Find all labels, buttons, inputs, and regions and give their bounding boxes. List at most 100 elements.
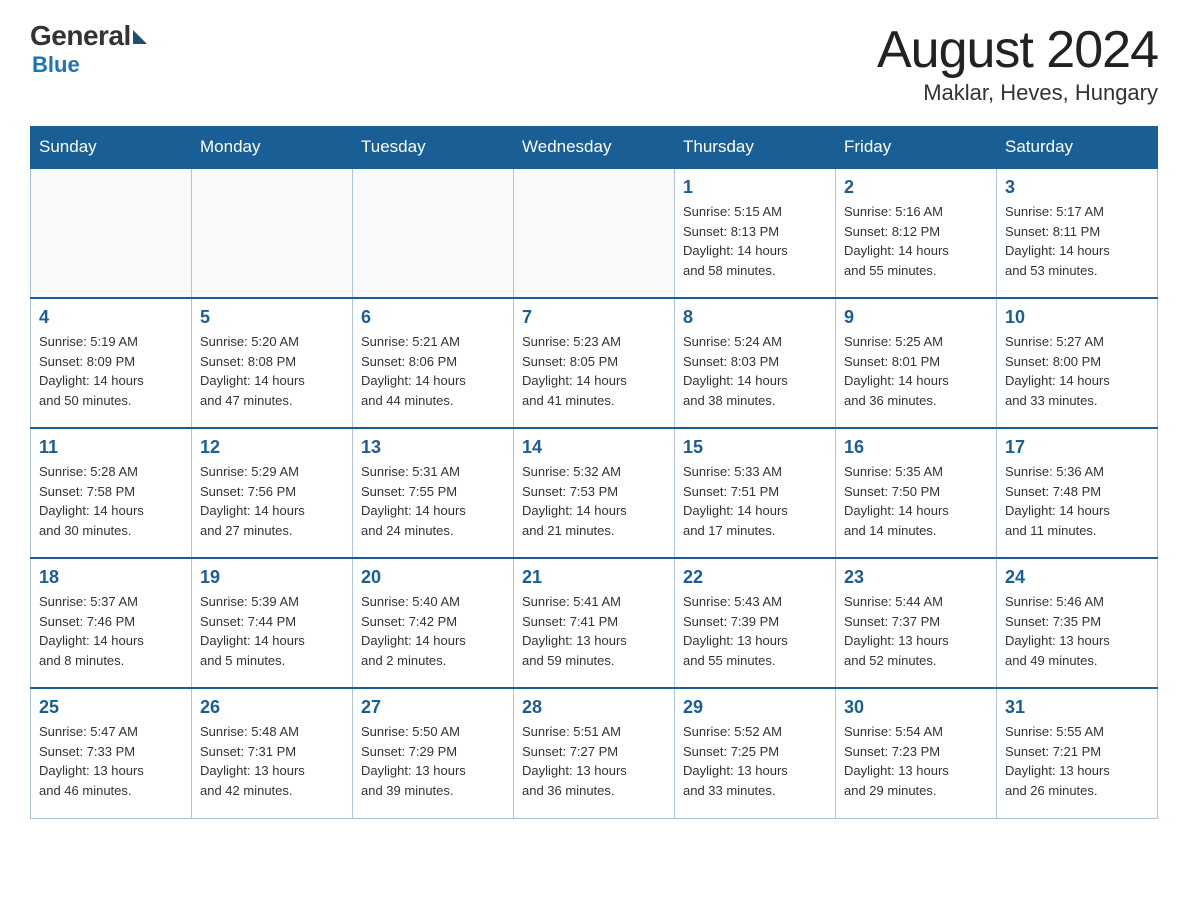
location-subtitle: Maklar, Heves, Hungary bbox=[877, 80, 1158, 106]
calendar-week-row: 18 Sunrise: 5:37 AM Sunset: 7:46 PM Dayli… bbox=[31, 558, 1158, 688]
calendar-cell: 29 Sunrise: 5:52 AM Sunset: 7:25 PM Dayli… bbox=[675, 688, 836, 818]
calendar-cell: 10 Sunrise: 5:27 AM Sunset: 8:00 PM Dayli… bbox=[997, 298, 1158, 428]
calendar-cell: 21 Sunrise: 5:41 AM Sunset: 7:41 PM Dayli… bbox=[514, 558, 675, 688]
day-number: 8 bbox=[683, 307, 827, 328]
day-info: Sunrise: 5:40 AM Sunset: 7:42 PM Dayligh… bbox=[361, 592, 505, 670]
day-info: Sunrise: 5:52 AM Sunset: 7:25 PM Dayligh… bbox=[683, 722, 827, 800]
day-info: Sunrise: 5:43 AM Sunset: 7:39 PM Dayligh… bbox=[683, 592, 827, 670]
calendar-cell: 2 Sunrise: 5:16 AM Sunset: 8:12 PM Daylig… bbox=[836, 168, 997, 298]
day-info: Sunrise: 5:32 AM Sunset: 7:53 PM Dayligh… bbox=[522, 462, 666, 540]
month-year-title: August 2024 bbox=[877, 20, 1158, 80]
day-of-week-header: Saturday bbox=[997, 127, 1158, 169]
calendar-cell: 20 Sunrise: 5:40 AM Sunset: 7:42 PM Dayli… bbox=[353, 558, 514, 688]
calendar-cell: 18 Sunrise: 5:37 AM Sunset: 7:46 PM Dayli… bbox=[31, 558, 192, 688]
day-info: Sunrise: 5:17 AM Sunset: 8:11 PM Dayligh… bbox=[1005, 202, 1149, 280]
day-info: Sunrise: 5:16 AM Sunset: 8:12 PM Dayligh… bbox=[844, 202, 988, 280]
logo-arrow-icon bbox=[133, 30, 147, 44]
day-info: Sunrise: 5:48 AM Sunset: 7:31 PM Dayligh… bbox=[200, 722, 344, 800]
day-info: Sunrise: 5:41 AM Sunset: 7:41 PM Dayligh… bbox=[522, 592, 666, 670]
day-info: Sunrise: 5:51 AM Sunset: 7:27 PM Dayligh… bbox=[522, 722, 666, 800]
calendar-cell: 5 Sunrise: 5:20 AM Sunset: 8:08 PM Daylig… bbox=[192, 298, 353, 428]
calendar-cell: 28 Sunrise: 5:51 AM Sunset: 7:27 PM Dayli… bbox=[514, 688, 675, 818]
day-number: 14 bbox=[522, 437, 666, 458]
day-info: Sunrise: 5:50 AM Sunset: 7:29 PM Dayligh… bbox=[361, 722, 505, 800]
calendar-cell: 11 Sunrise: 5:28 AM Sunset: 7:58 PM Dayli… bbox=[31, 428, 192, 558]
day-info: Sunrise: 5:47 AM Sunset: 7:33 PM Dayligh… bbox=[39, 722, 183, 800]
title-block: August 2024 Maklar, Heves, Hungary bbox=[877, 20, 1158, 106]
day-info: Sunrise: 5:27 AM Sunset: 8:00 PM Dayligh… bbox=[1005, 332, 1149, 410]
day-number: 1 bbox=[683, 177, 827, 198]
day-number: 27 bbox=[361, 697, 505, 718]
day-number: 11 bbox=[39, 437, 183, 458]
day-info: Sunrise: 5:25 AM Sunset: 8:01 PM Dayligh… bbox=[844, 332, 988, 410]
day-number: 4 bbox=[39, 307, 183, 328]
day-number: 28 bbox=[522, 697, 666, 718]
day-info: Sunrise: 5:35 AM Sunset: 7:50 PM Dayligh… bbox=[844, 462, 988, 540]
calendar-cell: 4 Sunrise: 5:19 AM Sunset: 8:09 PM Daylig… bbox=[31, 298, 192, 428]
calendar-cell: 19 Sunrise: 5:39 AM Sunset: 7:44 PM Dayli… bbox=[192, 558, 353, 688]
day-number: 21 bbox=[522, 567, 666, 588]
calendar-header-row: SundayMondayTuesdayWednesdayThursdayFrid… bbox=[31, 127, 1158, 169]
day-of-week-header: Sunday bbox=[31, 127, 192, 169]
day-number: 2 bbox=[844, 177, 988, 198]
day-info: Sunrise: 5:28 AM Sunset: 7:58 PM Dayligh… bbox=[39, 462, 183, 540]
calendar-cell: 17 Sunrise: 5:36 AM Sunset: 7:48 PM Dayli… bbox=[997, 428, 1158, 558]
day-number: 23 bbox=[844, 567, 988, 588]
day-info: Sunrise: 5:44 AM Sunset: 7:37 PM Dayligh… bbox=[844, 592, 988, 670]
day-info: Sunrise: 5:24 AM Sunset: 8:03 PM Dayligh… bbox=[683, 332, 827, 410]
calendar-cell: 31Sunrise: 5:55 AM Sunset: 7:21 PM Dayli… bbox=[997, 688, 1158, 818]
page-header: General Blue August 2024 Maklar, Heves, … bbox=[30, 20, 1158, 106]
calendar-week-row: 4 Sunrise: 5:19 AM Sunset: 8:09 PM Daylig… bbox=[31, 298, 1158, 428]
calendar-week-row: 11 Sunrise: 5:28 AM Sunset: 7:58 PM Dayli… bbox=[31, 428, 1158, 558]
day-number: 16 bbox=[844, 437, 988, 458]
day-of-week-header: Tuesday bbox=[353, 127, 514, 169]
calendar-cell bbox=[353, 168, 514, 298]
day-of-week-header: Friday bbox=[836, 127, 997, 169]
day-info: Sunrise: 5:37 AM Sunset: 7:46 PM Dayligh… bbox=[39, 592, 183, 670]
calendar-table: SundayMondayTuesdayWednesdayThursdayFrid… bbox=[30, 126, 1158, 819]
logo: General Blue bbox=[30, 20, 147, 78]
day-of-week-header: Thursday bbox=[675, 127, 836, 169]
calendar-cell: 26Sunrise: 5:48 AM Sunset: 7:31 PM Dayli… bbox=[192, 688, 353, 818]
day-info: Sunrise: 5:23 AM Sunset: 8:05 PM Dayligh… bbox=[522, 332, 666, 410]
day-info: Sunrise: 5:19 AM Sunset: 8:09 PM Dayligh… bbox=[39, 332, 183, 410]
day-info: Sunrise: 5:39 AM Sunset: 7:44 PM Dayligh… bbox=[200, 592, 344, 670]
logo-blue-text: Blue bbox=[32, 52, 80, 78]
calendar-cell: 15 Sunrise: 5:33 AM Sunset: 7:51 PM Dayli… bbox=[675, 428, 836, 558]
day-number: 20 bbox=[361, 567, 505, 588]
day-info: Sunrise: 5:15 AM Sunset: 8:13 PM Dayligh… bbox=[683, 202, 827, 280]
day-info: Sunrise: 5:36 AM Sunset: 7:48 PM Dayligh… bbox=[1005, 462, 1149, 540]
calendar-cell: 9 Sunrise: 5:25 AM Sunset: 8:01 PM Daylig… bbox=[836, 298, 997, 428]
day-number: 12 bbox=[200, 437, 344, 458]
calendar-cell: 25 Sunrise: 5:47 AM Sunset: 7:33 PM Dayli… bbox=[31, 688, 192, 818]
logo-general-text: General bbox=[30, 20, 131, 52]
day-number: 10 bbox=[1005, 307, 1149, 328]
day-info: Sunrise: 5:33 AM Sunset: 7:51 PM Dayligh… bbox=[683, 462, 827, 540]
calendar-cell: 24Sunrise: 5:46 AM Sunset: 7:35 PM Dayli… bbox=[997, 558, 1158, 688]
day-number: 15 bbox=[683, 437, 827, 458]
calendar-week-row: 25 Sunrise: 5:47 AM Sunset: 7:33 PM Dayli… bbox=[31, 688, 1158, 818]
day-number: 25 bbox=[39, 697, 183, 718]
day-number: 17 bbox=[1005, 437, 1149, 458]
calendar-week-row: 1 Sunrise: 5:15 AM Sunset: 8:13 PM Daylig… bbox=[31, 168, 1158, 298]
calendar-cell: 14 Sunrise: 5:32 AM Sunset: 7:53 PM Dayli… bbox=[514, 428, 675, 558]
calendar-cell bbox=[514, 168, 675, 298]
day-of-week-header: Monday bbox=[192, 127, 353, 169]
day-number: 9 bbox=[844, 307, 988, 328]
calendar-cell: 1 Sunrise: 5:15 AM Sunset: 8:13 PM Daylig… bbox=[675, 168, 836, 298]
day-of-week-header: Wednesday bbox=[514, 127, 675, 169]
day-number: 30 bbox=[844, 697, 988, 718]
day-number: 3 bbox=[1005, 177, 1149, 198]
day-number: 31 bbox=[1005, 697, 1149, 718]
calendar-cell: 13Sunrise: 5:31 AM Sunset: 7:55 PM Dayli… bbox=[353, 428, 514, 558]
calendar-cell: 30Sunrise: 5:54 AM Sunset: 7:23 PM Dayli… bbox=[836, 688, 997, 818]
calendar-cell: 22Sunrise: 5:43 AM Sunset: 7:39 PM Dayli… bbox=[675, 558, 836, 688]
day-number: 18 bbox=[39, 567, 183, 588]
day-number: 29 bbox=[683, 697, 827, 718]
day-number: 19 bbox=[200, 567, 344, 588]
day-number: 5 bbox=[200, 307, 344, 328]
calendar-cell: 3 Sunrise: 5:17 AM Sunset: 8:11 PM Daylig… bbox=[997, 168, 1158, 298]
calendar-cell: 27 Sunrise: 5:50 AM Sunset: 7:29 PM Dayli… bbox=[353, 688, 514, 818]
day-info: Sunrise: 5:20 AM Sunset: 8:08 PM Dayligh… bbox=[200, 332, 344, 410]
day-number: 7 bbox=[522, 307, 666, 328]
